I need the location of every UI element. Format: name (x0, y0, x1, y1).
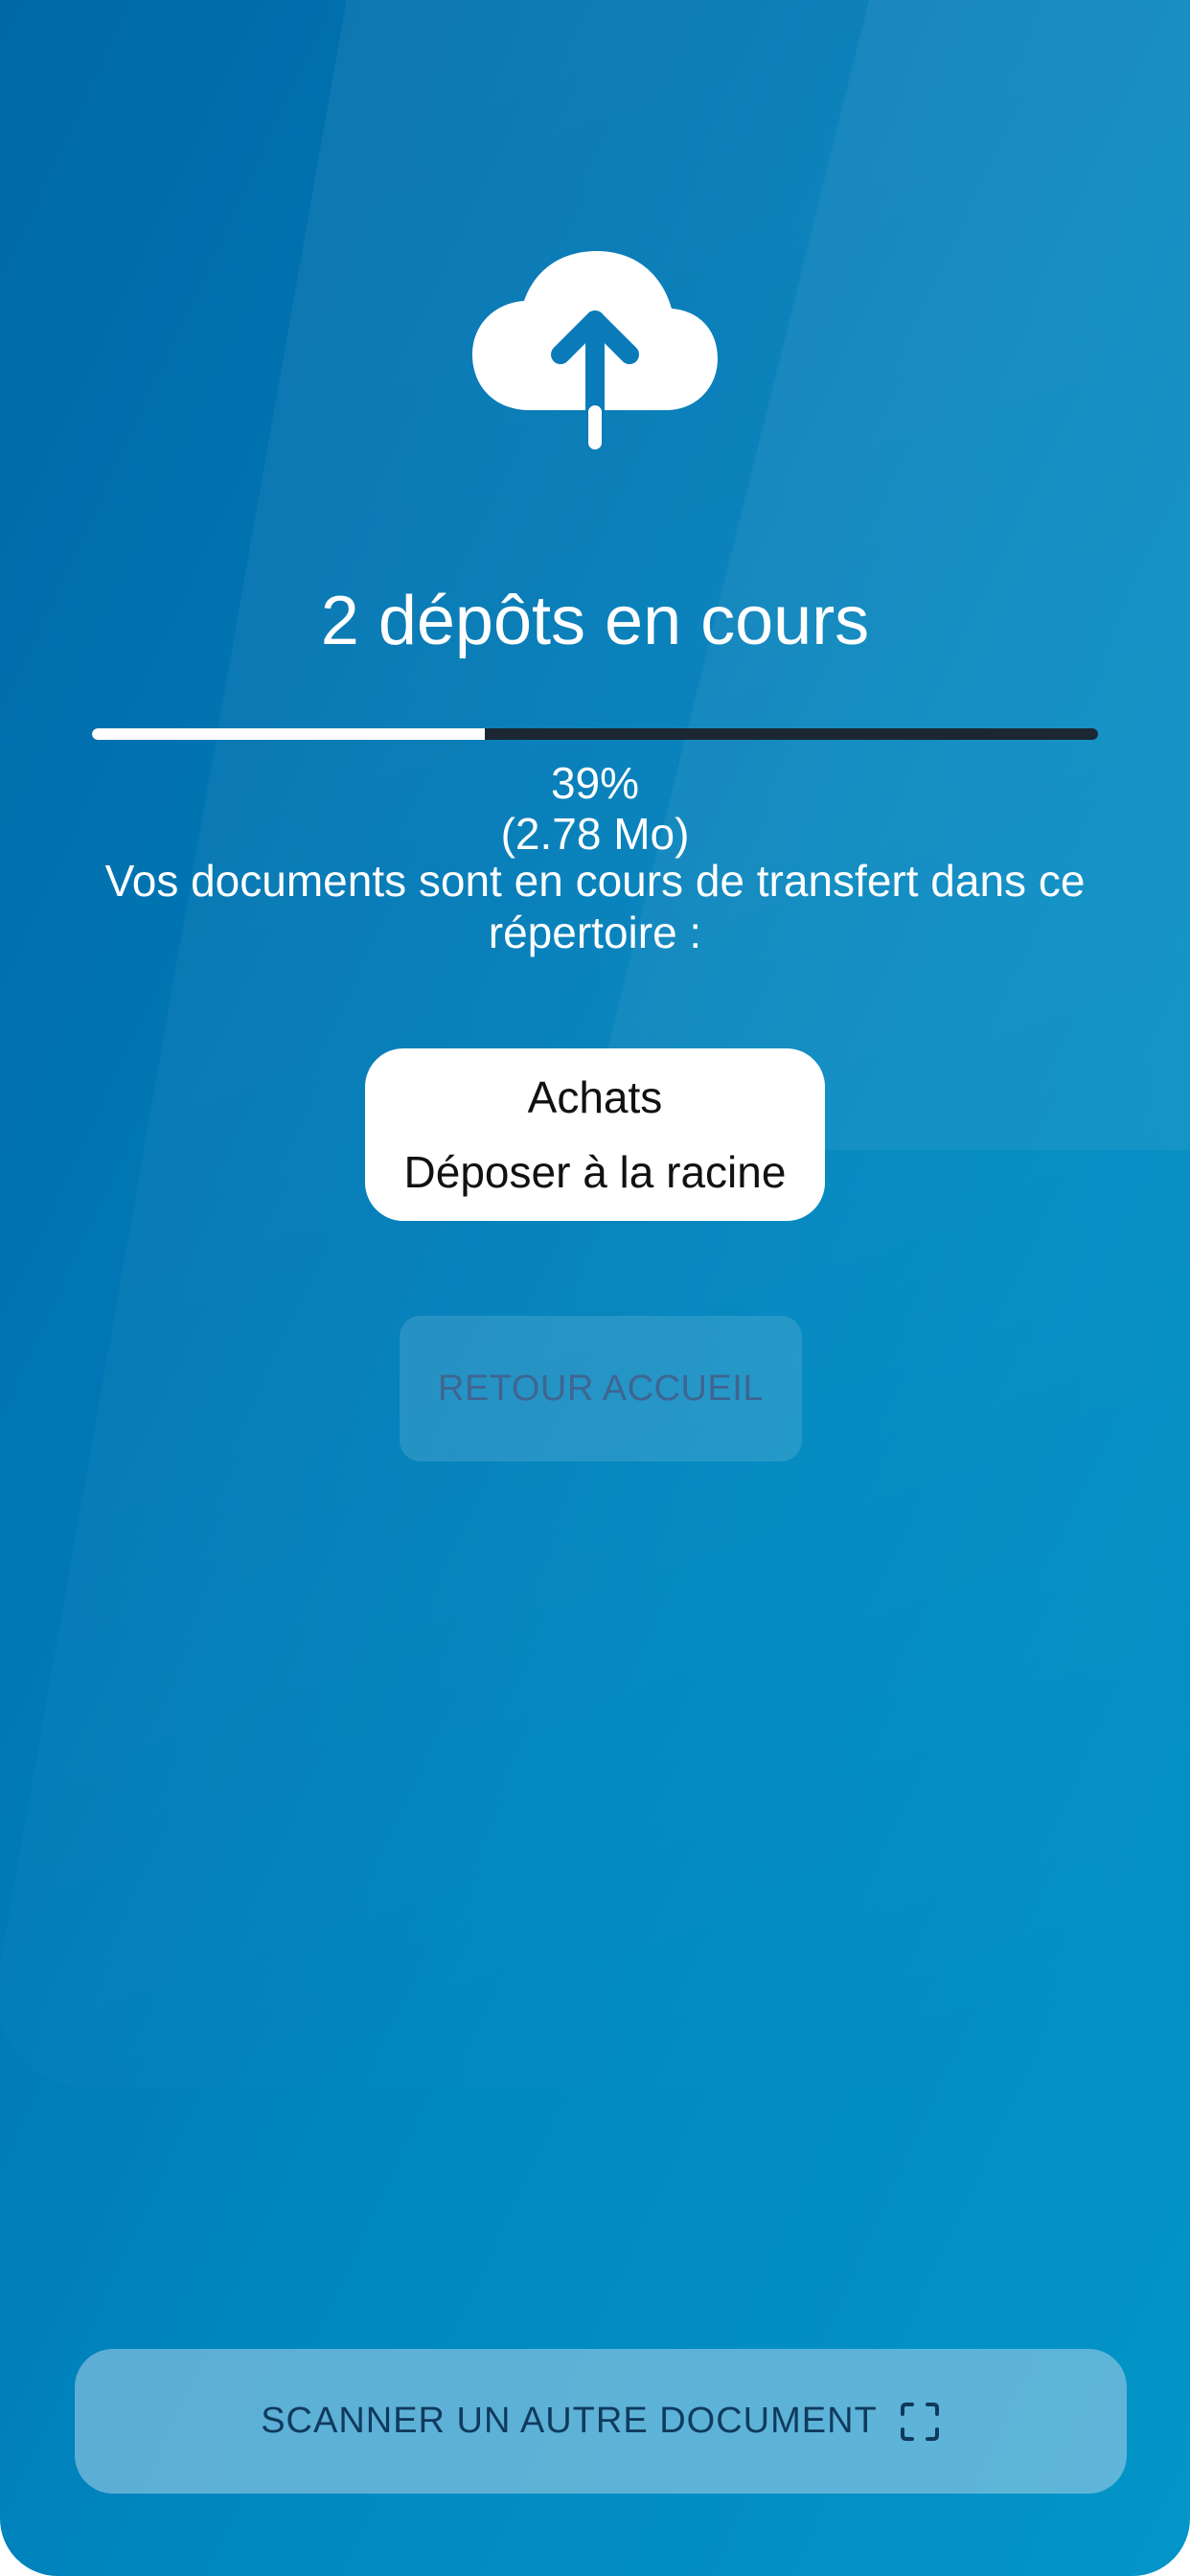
upload-message: Vos documents sont en cours de transfert… (104, 856, 1086, 957)
scan-frame-icon (899, 2401, 941, 2443)
upload-percent: 39% (550, 758, 640, 808)
upload-progress-screen: 2 dépôts en cours 39% (2.78 Mo) Vos docu… (0, 0, 1190, 2576)
cloud-upload-icon (470, 247, 720, 454)
upload-progress-bar (92, 728, 1098, 740)
scan-button-label: SCANNER UN AUTRE DOCUMENT (261, 2401, 878, 2441)
return-home-button[interactable]: RETOUR ACCUEIL (400, 1316, 802, 1461)
folder-drop-location: Déposer à la racine (403, 1147, 787, 1197)
scan-another-document-button[interactable]: SCANNER UN AUTRE DOCUMENT (75, 2349, 1127, 2494)
upload-title: 2 dépôts en cours (320, 583, 870, 659)
folder-name: Achats (527, 1072, 663, 1122)
upload-size: (2.78 Mo) (500, 809, 690, 859)
destination-folder-card[interactable]: Achats Déposer à la racine (365, 1048, 825, 1221)
upload-progress-fill (92, 728, 485, 740)
